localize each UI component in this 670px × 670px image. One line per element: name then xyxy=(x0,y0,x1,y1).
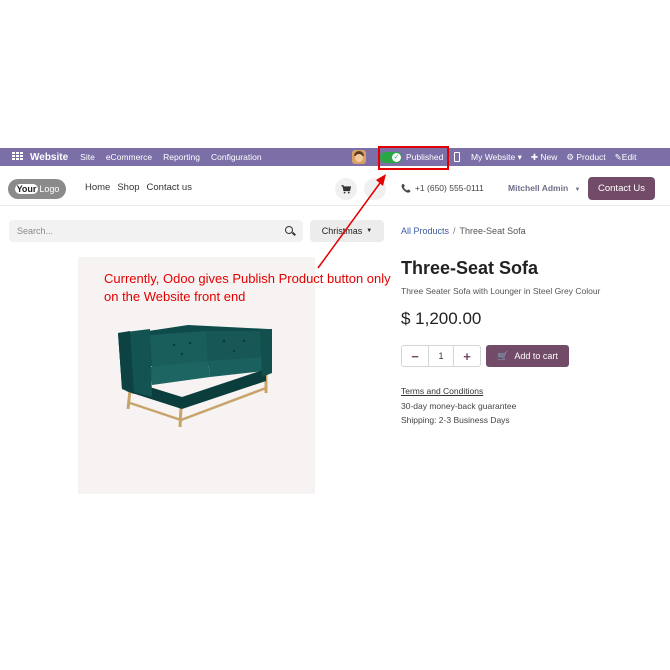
chevron-down-icon: ▼ xyxy=(366,228,373,234)
user-avatar[interactable] xyxy=(352,150,366,164)
plus-icon: ✚ xyxy=(530,151,541,162)
site-logo[interactable]: Your Logo xyxy=(8,179,66,199)
breadcrumb-separator: / xyxy=(453,226,456,236)
contact-us-button[interactable]: Contact Us xyxy=(588,177,655,200)
logo-text-logo: Logo xyxy=(39,184,60,194)
quantity-stepper: − 1 + xyxy=(401,345,481,367)
decrease-quantity-button[interactable]: − xyxy=(402,346,428,366)
nav-home[interactable]: Home xyxy=(85,182,110,193)
product-label: Product xyxy=(576,151,606,162)
menu-item-ecommerce[interactable]: eCommerce xyxy=(106,152,152,162)
nav-contact-us[interactable]: Contact us xyxy=(147,182,192,193)
phone-text: +1 (650) 555-0111 xyxy=(414,183,484,193)
page: Website Site eCommerce Reporting Configu… xyxy=(0,0,670,670)
add-to-cart-label: Add to cart xyxy=(514,351,558,361)
breadcrumb: All Products / Three-Seat Sofa xyxy=(401,226,526,236)
apps-menu-icon[interactable] xyxy=(12,152,26,162)
chevron-down-icon: ▼ xyxy=(574,187,581,193)
admin-bar-right: My Website ▾ ✚ New ⚙ Product ✎Edit xyxy=(471,148,636,166)
guarantee-text: 30-day money-back guarantee xyxy=(401,401,517,411)
pricelist-dropdown[interactable]: Christmas ▼ xyxy=(310,220,384,242)
header-search-button[interactable] xyxy=(364,178,386,200)
pencil-icon: ✎ xyxy=(614,151,622,162)
main-nav: Home Shop Contact us xyxy=(85,182,192,193)
phone-number[interactable]: 📞 +1 (650) 555-0111 xyxy=(401,183,484,193)
menu-item-reporting[interactable]: Reporting xyxy=(163,152,200,162)
menu-item-site[interactable]: Site xyxy=(80,152,95,162)
cart-button[interactable] xyxy=(335,178,357,200)
search-icon[interactable] xyxy=(285,226,293,234)
search-input[interactable] xyxy=(9,226,269,236)
product-title: Three-Seat Sofa xyxy=(401,258,539,278)
edit-label: Edit xyxy=(621,151,637,162)
terms-link[interactable]: Terms and Conditions xyxy=(401,386,483,396)
nav-shop[interactable]: Shop xyxy=(117,182,139,193)
breadcrumb-current: Three-Seat Sofa xyxy=(459,226,526,236)
new-button[interactable]: ✚ New xyxy=(531,152,558,163)
increase-quantity-button[interactable]: + xyxy=(454,346,480,366)
annotation-text: Currently, Odoo gives Publish Product bu… xyxy=(104,271,391,304)
breadcrumb-all-products[interactable]: All Products xyxy=(401,226,449,236)
product-button[interactable]: ⚙ Product xyxy=(566,152,605,163)
phone-icon: 📞 xyxy=(401,184,411,193)
website-selector[interactable]: My Website ▾ xyxy=(471,152,522,163)
pricelist-value: Christmas xyxy=(321,226,363,236)
user-menu[interactable]: Mitchell Admin ▼ xyxy=(508,183,580,193)
shipping-text: Shipping: 2-3 Business Days xyxy=(401,415,510,425)
admin-menu: Site eCommerce Reporting Configuration xyxy=(80,152,261,162)
user-name: Mitchell Admin xyxy=(508,183,569,193)
new-label: New xyxy=(540,151,558,162)
gear-icon: ⚙ xyxy=(566,151,577,162)
logo-text-your: Your xyxy=(14,184,39,194)
edit-button[interactable]: ✎Edit xyxy=(615,152,637,163)
cart-icon xyxy=(341,184,351,193)
menu-item-configuration[interactable]: Configuration xyxy=(211,152,262,162)
cart-icon: 🛒 xyxy=(497,350,509,361)
app-title[interactable]: Website xyxy=(30,152,68,163)
quantity-input[interactable]: 1 xyxy=(428,346,454,366)
admin-bar: Website Site eCommerce Reporting Configu… xyxy=(0,148,670,166)
mobile-preview-icon[interactable] xyxy=(454,152,460,162)
product-price: $ 1,200.00 xyxy=(401,309,482,328)
product-search xyxy=(9,220,303,242)
add-to-cart-button[interactable]: 🛒 Add to cart xyxy=(486,345,569,367)
product-description: Three Seater Sofa with Lounger in Steel … xyxy=(401,286,601,296)
